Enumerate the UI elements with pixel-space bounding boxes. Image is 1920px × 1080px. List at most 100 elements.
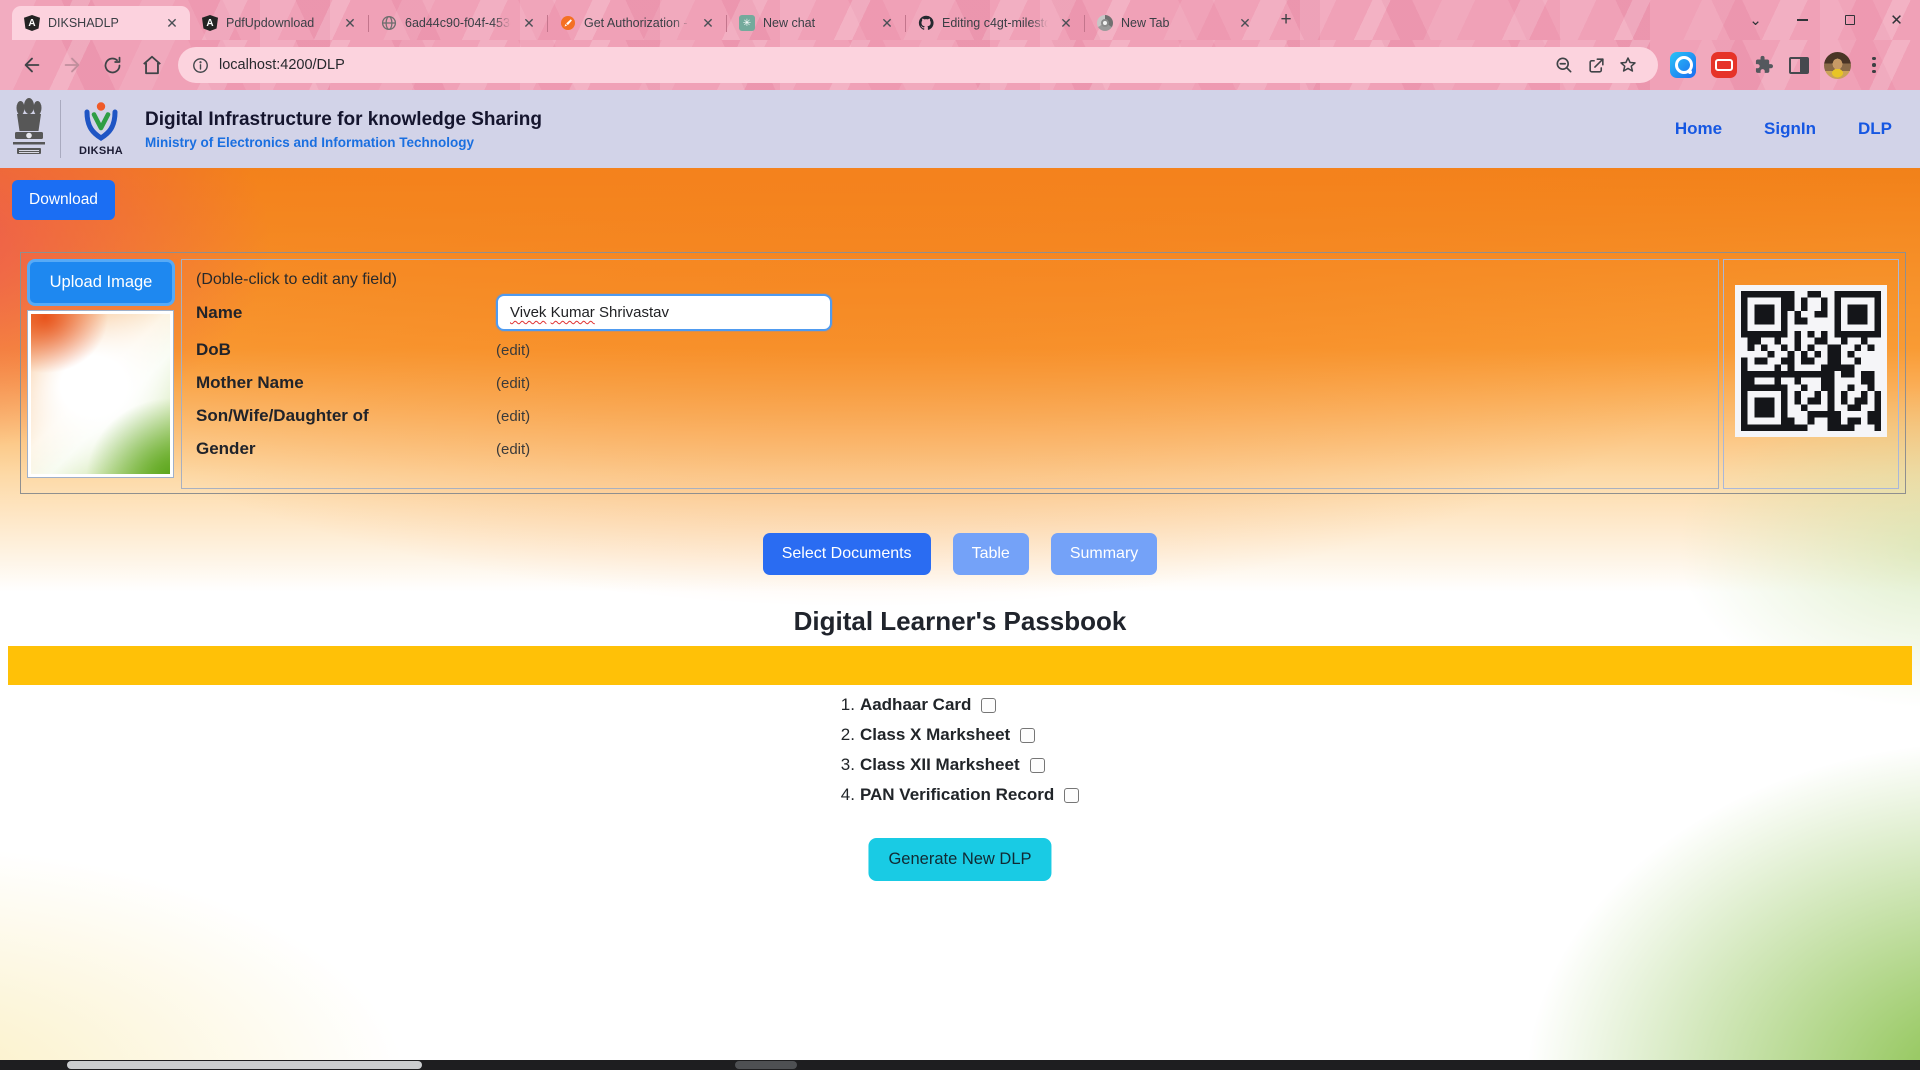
new-tab-button[interactable]: + [1273,7,1299,33]
share-icon[interactable] [1580,49,1612,81]
tricolor-photo [31,314,170,474]
qr-code [1735,285,1887,437]
chatgpt-icon: ✳ [739,15,755,31]
passbook-card: Upload Image (Doble-click to edit any fi… [20,252,1906,494]
diksha-logo: DIKSHA [75,101,127,157]
document-item-class-xii: 3. Class XII Marksheet [841,755,1079,775]
tab-close-icon[interactable]: ✕ [342,15,358,32]
india-emblem-icon [12,97,46,161]
tab-title: Get Authorization - M [584,16,692,30]
name-word: Kumar [551,304,595,321]
field-edit-value[interactable]: (edit) [496,408,530,425]
header-nav: Home SignIn DLP [1675,119,1892,139]
document-list: 1. Aadhaar Card 2. Class X Marksheet 3. … [0,695,1920,815]
scrollbar-thumb[interactable] [67,1061,422,1069]
header-divider [60,100,61,158]
site-subtitle: Ministry of Electronics and Information … [145,135,542,150]
tab-uuid[interactable]: 6ad44c90-f04f-453e-a ✕ [369,6,547,40]
name-input[interactable]: Vivek Kumar Shrivastav [496,294,832,331]
back-icon[interactable] [12,48,52,82]
document-checkbox[interactable] [1030,758,1045,773]
angular-icon: A [24,15,40,31]
reload-icon[interactable] [92,48,132,82]
document-label: Class X Marksheet [860,725,1010,745]
side-panel-icon[interactable] [1789,57,1809,74]
tab-search-chevron-icon[interactable]: ⌄ [1732,0,1779,40]
generate-new-dlp-button[interactable]: Generate New DLP [868,838,1051,881]
document-number: 4. [841,785,855,805]
address-bar[interactable]: localhost:4200/DLP [178,47,1658,83]
tab-new-tab[interactable]: New Tab ✕ [1085,6,1263,40]
browser-window: A DIKSHADLP ✕ A PdfUpdownload ✕ 6ad44c90… [0,0,1920,1080]
tab-close-icon[interactable]: ✕ [164,15,180,32]
tab-strip: A DIKSHADLP ✕ A PdfUpdownload ✕ 6ad44c90… [0,0,1920,40]
document-label: Aadhaar Card [860,695,971,715]
extensions-cluster [1670,52,1882,79]
qr-panel [1723,259,1899,489]
select-documents-button[interactable]: Select Documents [763,533,931,575]
tab-dikshadlp[interactable]: A DIKSHADLP ✕ [12,6,190,40]
site-title: Digital Infrastructure for knowledge Sha… [145,109,542,131]
browser-toolbar: localhost:4200/DLP [0,40,1920,90]
scrollbar-segment [735,1061,797,1069]
tab-close-icon[interactable]: ✕ [521,15,537,32]
tab-close-icon[interactable]: ✕ [700,15,716,32]
name-word: Shrivastav [599,304,669,321]
close-button[interactable]: ✕ [1873,0,1920,40]
document-item-aadhaar: 1. Aadhaar Card [841,695,1079,715]
document-item-pan: 4. PAN Verification Record [841,785,1079,805]
name-word: Vivek [510,304,546,321]
chrome-icon [1097,15,1113,31]
tab-close-icon[interactable]: ✕ [1058,15,1074,32]
document-checkbox[interactable] [1064,788,1079,803]
summary-button[interactable]: Summary [1051,533,1157,575]
page-content: Download Upload Image (Doble-click to ed… [0,168,1920,1070]
site-info-icon[interactable] [192,57,209,74]
forward-icon[interactable] [52,48,92,82]
download-button[interactable]: Download [12,180,115,220]
document-checkbox[interactable] [981,698,996,713]
postman-icon [560,15,576,31]
details-fieldset: (Doble-click to edit any field) Name Viv… [181,259,1719,489]
document-checkbox[interactable] [1020,728,1035,743]
zoom-out-icon[interactable] [1548,49,1580,81]
upload-image-button[interactable]: Upload Image [27,259,175,306]
field-label: Mother Name [196,373,496,393]
nav-signin-link[interactable]: SignIn [1764,119,1816,139]
tab-close-icon[interactable]: ✕ [1237,15,1253,32]
minimize-button[interactable] [1779,0,1826,40]
edit-hint-text: (Doble-click to edit any field) [196,271,1704,289]
extension-red-icon[interactable] [1711,52,1737,78]
profile-photo-placeholder [27,310,174,478]
field-label: Name [196,303,496,323]
amber-divider-bar [8,646,1912,685]
bookmark-star-icon[interactable] [1612,49,1644,81]
document-label: PAN Verification Record [860,785,1054,805]
nav-home-link[interactable]: Home [1675,119,1722,139]
tab-new-chat[interactable]: ✳ New chat ✕ [727,6,905,40]
url-text[interactable]: localhost:4200/DLP [219,57,1548,73]
github-icon [918,15,934,31]
field-edit-value[interactable]: (edit) [496,375,530,392]
menu-dots-icon[interactable] [1866,57,1882,74]
field-edit-value[interactable]: (edit) [496,441,530,458]
document-number: 2. [841,725,855,745]
maximize-button[interactable] [1826,0,1873,40]
home-icon[interactable] [132,48,172,82]
tab-close-icon[interactable]: ✕ [879,15,895,32]
table-button[interactable]: Table [953,533,1029,575]
header-titles: Digital Infrastructure for knowledge Sha… [145,109,542,150]
tab-get-authorization[interactable]: Get Authorization - M ✕ [548,6,726,40]
diksha-logo-text: DIKSHA [79,145,123,157]
field-label: Gender [196,439,496,459]
horizontal-scrollbar[interactable] [0,1060,1920,1070]
profile-avatar[interactable] [1824,52,1851,79]
tab-github-editing[interactable]: Editing c4gt-mileston ✕ [906,6,1084,40]
tab-pdfupdownload[interactable]: A PdfUpdownload ✕ [190,6,368,40]
nav-dlp-link[interactable]: DLP [1858,119,1892,139]
extension-blue-icon[interactable] [1670,52,1696,78]
document-number: 1. [841,695,855,715]
field-edit-value[interactable]: (edit) [496,342,530,359]
tab-title: 6ad44c90-f04f-453e-a [405,16,513,30]
extensions-puzzle-icon[interactable] [1752,54,1774,76]
